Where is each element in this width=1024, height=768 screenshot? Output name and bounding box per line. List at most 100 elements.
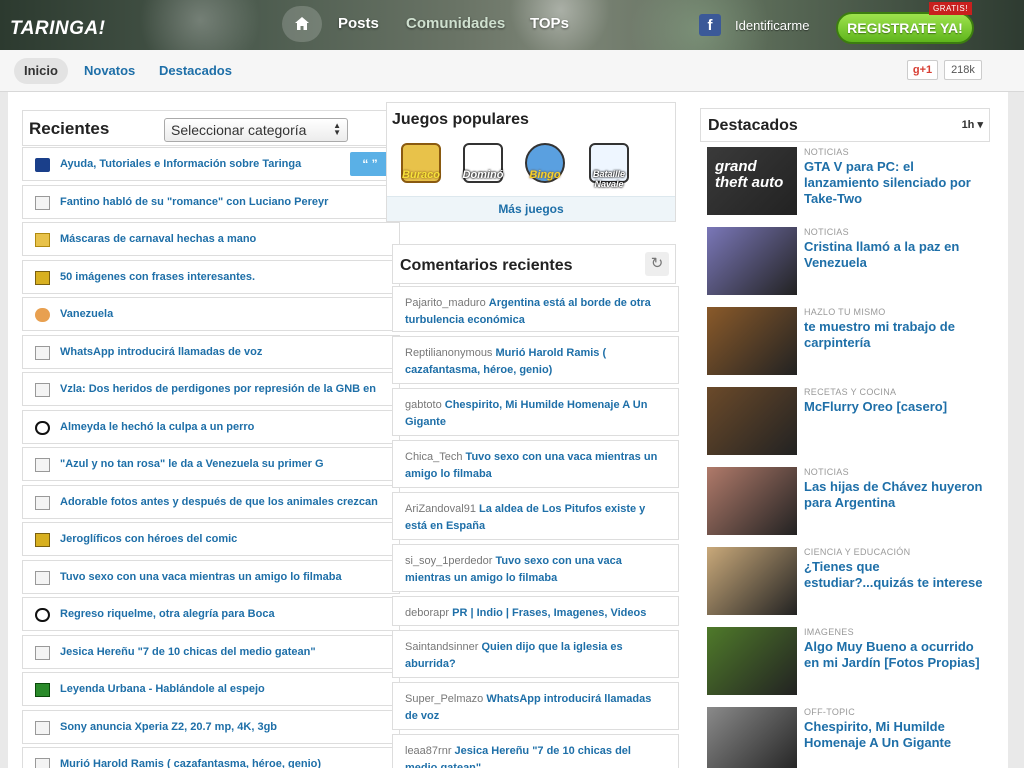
- list-item-title[interactable]: Vzla: Dos heridos de perdigones por repr…: [60, 383, 390, 395]
- list-item-title[interactable]: Ayuda, Tutoriales e Información sobre Ta…: [60, 158, 330, 170]
- facebook-icon[interactable]: f: [699, 14, 721, 36]
- featured-item[interactable]: Noticias Cristina llamó a la paz en Venez…: [700, 227, 990, 303]
- comment-user[interactable]: Chica_Tech: [405, 451, 462, 463]
- featured-title[interactable]: ¿Tienes que estudiar?...quizás te intere…: [804, 559, 988, 591]
- list-item-title[interactable]: Jesica Hereñu "7 de 10 chicas del medio …: [60, 646, 390, 658]
- list-item-title[interactable]: WhatsApp introducirá llamadas de voz: [60, 346, 390, 358]
- list-item-title[interactable]: Jeroglíficos con héroes del comic: [60, 533, 390, 545]
- list-item-title[interactable]: Vanezuela: [60, 308, 390, 320]
- list-item[interactable]: Almeyda le hechó la culpa a un perro: [22, 409, 400, 444]
- comment-item[interactable]: gabtoto Chespirito, Mi Humilde Homenaje …: [392, 388, 679, 436]
- list-item-title[interactable]: Máscaras de carnaval hechas a mano: [60, 233, 390, 245]
- list-item-title[interactable]: 50 imágenes con frases interesantes.: [60, 271, 390, 283]
- list-item[interactable]: Ayuda, Tutoriales e Información sobre Ta…: [22, 147, 400, 181]
- login-link[interactable]: Identificarme: [735, 18, 809, 33]
- comment-item[interactable]: AriZandoval91 La aldea de Los Pitufos ex…: [392, 492, 679, 540]
- list-item[interactable]: Leyenda Urbana - Hablándole al espejo: [22, 672, 400, 706]
- tab-novatos[interactable]: Novatos: [84, 58, 135, 84]
- list-item-title[interactable]: Sony anuncia Xperia Z2, 20.7 mp, 4K, 3gb: [60, 721, 390, 733]
- comment-item[interactable]: Saintandsinner Quien dijo que la iglesia…: [392, 630, 679, 678]
- featured-thumbnail[interactable]: [707, 467, 797, 535]
- featured-item[interactable]: Imagenes Algo Muy Bueno a ocurrido en mi …: [700, 627, 990, 703]
- list-item[interactable]: Jeroglíficos con héroes del comic: [22, 522, 400, 556]
- quote-button[interactable]: “ ”: [350, 152, 390, 176]
- featured-title[interactable]: Las hijas de Chávez huyeron para Argenti…: [804, 479, 988, 511]
- comment-item[interactable]: Pajarito_maduro Argentina está al borde …: [392, 286, 679, 332]
- featured-thumbnail[interactable]: [707, 707, 797, 768]
- comment-item[interactable]: deborapr PR | Indio | Frases, Imagenes, …: [392, 596, 679, 626]
- list-item-title[interactable]: Almeyda le hechó la culpa a un perro: [60, 421, 390, 433]
- game-buraco[interactable]: Buraco: [395, 139, 447, 193]
- featured-thumbnail[interactable]: [707, 547, 797, 615]
- mas-juegos-link[interactable]: Más juegos: [387, 196, 675, 221]
- list-item[interactable]: Sony anuncia Xperia Z2, 20.7 mp, 4K, 3gb: [22, 709, 400, 744]
- featured-title[interactable]: te muestro mi trabajo de carpintería: [804, 319, 988, 351]
- list-item[interactable]: "Azul y no tan rosa" le da a Venezuela s…: [22, 447, 400, 481]
- featured-thumbnail[interactable]: [707, 227, 797, 295]
- list-item[interactable]: 50 imágenes con frases interesantes.: [22, 259, 400, 294]
- home-button[interactable]: [282, 6, 322, 42]
- featured-item[interactable]: Ciencia y Educación ¿Tienes que estudiar?…: [700, 547, 990, 623]
- featured-thumbnail[interactable]: grand theft auto: [707, 147, 797, 215]
- google-plus-button[interactable]: g+1: [907, 60, 938, 80]
- list-item[interactable]: Regreso riquelme, otra alegría para Boca: [22, 597, 400, 631]
- featured-item[interactable]: grand theft auto Noticias GTA V para PC: e…: [700, 147, 990, 223]
- featured-title[interactable]: Cristina llamó a la paz en Venezuela: [804, 239, 988, 271]
- featured-title[interactable]: Chespirito, Mi Humilde Homenaje A Un Gig…: [804, 719, 988, 751]
- comment-item[interactable]: si_soy_1perdedor Tuvo sexo con una vaca …: [392, 544, 679, 592]
- list-item[interactable]: Tuvo sexo con una vaca mientras un amigo…: [22, 559, 400, 594]
- comment-user[interactable]: Pajarito_maduro: [405, 297, 486, 309]
- featured-thumbnail[interactable]: [707, 387, 797, 455]
- featured-item[interactable]: Hazlo tu mismo te muestro mi trabajo de c…: [700, 307, 990, 383]
- list-item-title[interactable]: Murió Harold Ramis ( cazafantasma, héroe…: [60, 758, 390, 768]
- list-item-title[interactable]: Adorable fotos antes y después de que lo…: [60, 496, 390, 508]
- list-item-title[interactable]: "Azul y no tan rosa" le da a Venezuela s…: [60, 458, 390, 470]
- comment-post-title[interactable]: PR | Indio | Frases, Imagenes, Videos: [452, 607, 646, 619]
- comment-user[interactable]: gabtoto: [405, 399, 442, 411]
- nav-comunidades[interactable]: Comunidades: [406, 15, 505, 32]
- featured-title[interactable]: GTA V para PC: el lanzamiento silenciado…: [804, 159, 988, 207]
- game-domino[interactable]: Dominó: [457, 139, 509, 193]
- comment-item[interactable]: leaa87rnr Jesica Hereñu "7 de 10 chicas …: [392, 734, 679, 768]
- featured-thumbnail[interactable]: [707, 627, 797, 695]
- comment-user[interactable]: Saintandsinner: [405, 641, 478, 653]
- list-item[interactable]: Vanezuela: [22, 297, 400, 331]
- list-item-title[interactable]: Tuvo sexo con una vaca mientras un amigo…: [60, 571, 390, 583]
- tab-destacados[interactable]: Destacados: [159, 58, 232, 84]
- refresh-icon[interactable]: ↻: [645, 252, 669, 276]
- tab-inicio[interactable]: Inicio: [14, 58, 68, 84]
- comment-user[interactable]: AriZandoval91: [405, 503, 476, 515]
- list-item[interactable]: Máscaras de carnaval hechas a mano: [22, 222, 400, 256]
- list-item[interactable]: Murió Harold Ramis ( cazafantasma, héroe…: [22, 747, 400, 768]
- featured-title[interactable]: Algo Muy Bueno a ocurrido en mi Jardín […: [804, 639, 988, 671]
- list-item[interactable]: Vzla: Dos heridos de perdigones por repr…: [22, 372, 400, 406]
- list-item-title[interactable]: Leyenda Urbana - Hablándole al espejo: [60, 683, 390, 695]
- nav-tops[interactable]: TOPs: [530, 15, 569, 32]
- list-item-title[interactable]: Regreso riquelme, otra alegría para Boca: [60, 608, 390, 620]
- taringa-logo[interactable]: TARINGA!: [10, 18, 105, 40]
- comment-item[interactable]: Chica_Tech Tuvo sexo con una vaca mientr…: [392, 440, 679, 488]
- comment-user[interactable]: Reptilianonymous: [405, 347, 492, 359]
- period-dropdown[interactable]: 1h ▾: [962, 118, 983, 131]
- list-item[interactable]: WhatsApp introducirá llamadas de voz: [22, 334, 400, 369]
- featured-title[interactable]: McFlurry Oreo [casero]: [804, 399, 988, 415]
- comment-post-title[interactable]: Chespirito, Mi Humilde Homenaje A Un Gig…: [405, 399, 647, 428]
- comment-user[interactable]: leaa87rnr: [405, 745, 451, 757]
- list-item[interactable]: Fantino habló de su "romance" con Lucian…: [22, 184, 400, 219]
- comment-item[interactable]: Super_Pelmazo WhatsApp introducirá llama…: [392, 682, 679, 730]
- featured-item[interactable]: Noticias Las hijas de Chávez huyeron para…: [700, 467, 990, 543]
- featured-item[interactable]: Recetas y Cocina McFlurry Oreo [casero]: [700, 387, 990, 463]
- category-select[interactable]: Seleccionar categoría ▲ ▼: [164, 118, 348, 142]
- comment-user[interactable]: si_soy_1perdedor: [405, 555, 492, 567]
- comment-item[interactable]: Reptilianonymous Murió Harold Ramis ( ca…: [392, 336, 679, 384]
- comment-user[interactable]: Super_Pelmazo: [405, 693, 483, 705]
- list-item-title[interactable]: Fantino habló de su "romance" con Lucian…: [60, 196, 390, 208]
- comment-user[interactable]: deborapr: [405, 607, 449, 619]
- list-item[interactable]: Adorable fotos antes y después de que lo…: [22, 484, 400, 519]
- nav-posts[interactable]: Posts: [338, 15, 379, 32]
- list-item[interactable]: Jesica Hereñu "7 de 10 chicas del medio …: [22, 634, 400, 669]
- featured-item[interactable]: Off-Topic Chespirito, Mi Humilde Homenaje…: [700, 707, 990, 768]
- game-bataille-navale[interactable]: Bataille Navale: [583, 139, 635, 193]
- game-bingo[interactable]: Bingo: [519, 139, 571, 193]
- featured-thumbnail[interactable]: [707, 307, 797, 375]
